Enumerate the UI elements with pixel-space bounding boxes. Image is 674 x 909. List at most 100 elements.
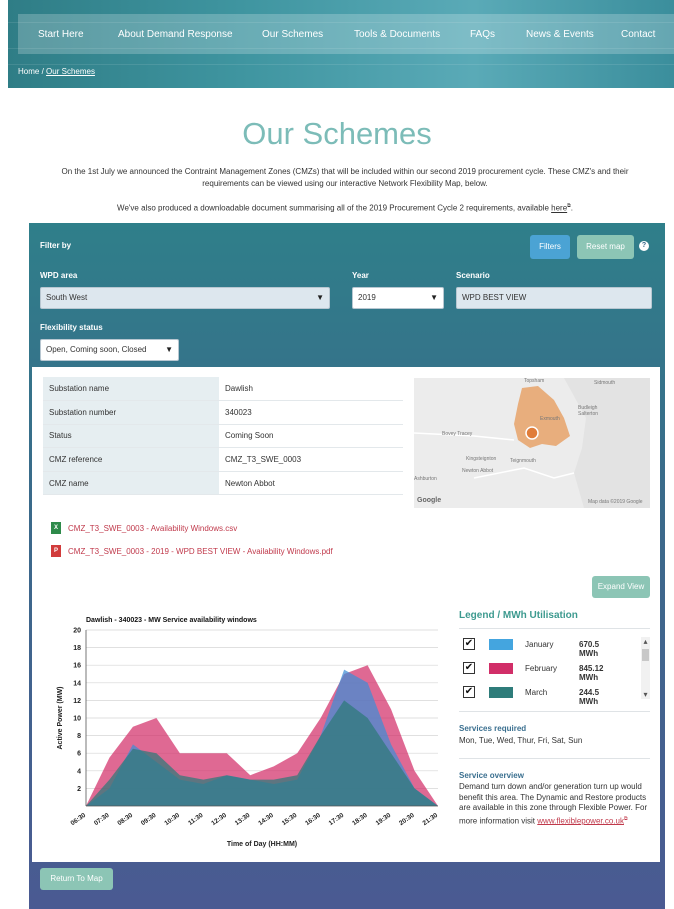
x-tick-label: 10:30 xyxy=(163,812,181,827)
x-tick-label: 09:30 xyxy=(140,812,158,827)
table-row: CMZ reference CMZ_T3_SWE_0003 xyxy=(43,447,403,472)
external-link-icon: ⧉ xyxy=(623,815,628,822)
map-label: Teignmouth xyxy=(510,458,536,464)
x-tick-label: 06:30 xyxy=(70,812,88,827)
breadcrumb: Home / Our Schemes xyxy=(18,67,95,76)
flexibility-status-label: Flexibility status xyxy=(40,323,103,332)
y-tick-label: 20 xyxy=(73,628,81,635)
chart-title: Dawlish - 340023 - MW Service availabili… xyxy=(86,617,257,624)
nav-faqs[interactable]: FAQs xyxy=(470,29,495,40)
year-label: Year xyxy=(352,271,369,280)
divider xyxy=(459,758,650,759)
intro-here-link[interactable]: here xyxy=(551,204,567,213)
breadcrumb-separator: / xyxy=(41,67,44,76)
nav-contact[interactable]: Contact xyxy=(621,29,655,40)
row-value: 340023 xyxy=(219,400,403,425)
x-tick-label: 12:30 xyxy=(210,812,228,827)
table-row: CMZ name Newton Abbot xyxy=(43,471,403,496)
intro-text-line1: On the 1st July we announced the Contrai… xyxy=(61,167,629,176)
status-value: Coming Soon xyxy=(219,424,403,449)
map-label: Exmouth xyxy=(540,416,560,422)
year-select[interactable]: 2019 ▼ xyxy=(352,287,444,309)
breadcrumb-home[interactable]: Home xyxy=(18,67,39,76)
legend-name: January xyxy=(525,640,554,649)
pdf-file-icon: P xyxy=(51,545,61,557)
return-to-map-button[interactable]: Return To Map xyxy=(40,868,113,890)
nav-tools-documents[interactable]: Tools & Documents xyxy=(354,29,440,40)
chevron-down-icon: ▼ xyxy=(430,293,438,302)
legend-title: Legend / MWh Utilisation xyxy=(459,610,578,621)
expand-view-button[interactable]: Expand View xyxy=(592,576,650,598)
map-label: Bovey Tracey xyxy=(442,431,473,437)
map-label: Sidmouth xyxy=(594,380,616,386)
nav-about-demand-response[interactable]: About Demand Response xyxy=(118,29,233,40)
row-value: Newton Abbot xyxy=(219,471,403,496)
table-row: Substation number 340023 xyxy=(43,400,403,425)
pdf-file-link[interactable]: CMZ_T3_SWE_0003 - 2019 - WPD BEST VIEW -… xyxy=(68,547,333,556)
scroll-up-icon[interactable]: ▴ xyxy=(641,637,650,646)
flexiblepower-link[interactable]: www.flexiblepower.co.uk xyxy=(537,816,624,825)
scenario-value: WPD BEST VIEW xyxy=(462,293,527,302)
intro-download-text: We've also produced a downloadable docum… xyxy=(117,203,549,213)
chevron-down-icon: ▼ xyxy=(165,345,173,354)
map-label: Newton Abbot xyxy=(462,468,494,474)
location-pin-icon[interactable] xyxy=(525,426,539,440)
map-label: Kingsteignton xyxy=(466,456,497,462)
legend-value: 244.5 MWh xyxy=(579,688,600,706)
legend-checkbox-february[interactable]: ✔ xyxy=(463,662,475,674)
wpd-area-label: WPD area xyxy=(40,271,78,280)
x-tick-label: 07:30 xyxy=(93,812,111,827)
legend-name: March xyxy=(525,688,548,697)
filter-by-label: Filter by xyxy=(40,241,72,250)
flexibility-status-select[interactable]: Open, Coming soon, Closed ▼ xyxy=(40,339,179,361)
x-tick-label: 17:30 xyxy=(328,812,346,827)
x-tick-label: 20:30 xyxy=(398,812,416,827)
y-tick-label: 4 xyxy=(77,768,81,775)
help-icon[interactable]: ? xyxy=(639,241,649,251)
substation-details-table: Substation name Dawlish Substation numbe… xyxy=(43,377,403,496)
map-credit: Map data ©2019 Google xyxy=(588,499,643,505)
nav-our-schemes[interactable]: Our Schemes xyxy=(262,29,323,40)
y-tick-label: 16 xyxy=(73,663,81,670)
csv-file-link[interactable]: CMZ_T3_SWE_0003 - Availability Windows.c… xyxy=(68,524,237,533)
map-label: Ashburton xyxy=(414,476,437,482)
x-tick-label: 16:30 xyxy=(304,812,322,827)
legend-scrollbar[interactable]: ▴ ▾ xyxy=(641,637,650,699)
service-overview-heading: Service overview xyxy=(459,771,524,780)
services-required-text: Mon, Tue, Wed, Thur, Fri, Sat, Sun xyxy=(459,736,583,745)
filters-button[interactable]: Filters xyxy=(530,235,570,259)
x-tick-label: 15:30 xyxy=(281,812,299,827)
legend-checkbox-march[interactable]: ✔ xyxy=(463,686,475,698)
services-required-heading: Services required xyxy=(459,724,527,733)
scroll-down-icon[interactable]: ▾ xyxy=(641,690,650,699)
y-tick-label: 6 xyxy=(77,751,81,758)
reset-map-button[interactable]: Reset map xyxy=(577,235,634,259)
wpd-area-select[interactable]: South West ▼ xyxy=(40,287,330,309)
location-map[interactable]: Topsham Sidmouth Budleigh Salterton Exmo… xyxy=(414,378,650,508)
breadcrumb-current[interactable]: Our Schemes xyxy=(46,67,95,76)
nav-news-events[interactable]: News & Events xyxy=(526,29,594,40)
page-title: Our Schemes xyxy=(242,116,432,151)
intro-text-line2: requirements can be viewed using our int… xyxy=(202,179,488,188)
y-tick-label: 2 xyxy=(77,786,81,793)
header-decor-line xyxy=(8,64,674,65)
x-tick-label: 14:30 xyxy=(257,812,275,827)
intro-text-line3: We've also produced a downloadable docum… xyxy=(40,200,650,215)
nav-start-here[interactable]: Start Here xyxy=(38,29,84,40)
site-header: Start Here About Demand Response Our Sch… xyxy=(8,0,674,88)
scenario-field[interactable]: WPD BEST VIEW xyxy=(456,287,652,309)
scroll-thumb[interactable] xyxy=(642,649,649,661)
x-tick-label: 08:30 xyxy=(116,812,134,827)
x-tick-label: 19:30 xyxy=(375,812,393,827)
divider xyxy=(459,711,650,712)
legend-value: 670.5 MWh xyxy=(579,640,600,658)
row-label: Status xyxy=(43,424,219,449)
legend-name: February xyxy=(525,664,558,673)
intro-period: . xyxy=(570,203,573,213)
year-value: 2019 xyxy=(358,293,376,302)
legend-checkbox-january[interactable]: ✔ xyxy=(463,638,475,650)
chevron-down-icon: ▼ xyxy=(316,293,324,302)
legend-swatch xyxy=(489,663,513,674)
x-tick-label: 11:30 xyxy=(187,812,205,827)
scenario-label: Scenario xyxy=(456,271,490,280)
